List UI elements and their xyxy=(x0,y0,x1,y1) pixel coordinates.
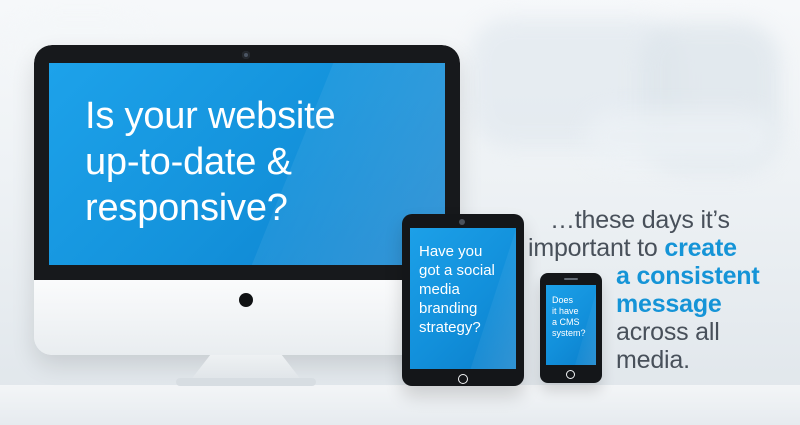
power-icon xyxy=(239,293,253,307)
camera-icon xyxy=(459,219,465,225)
tablet-question-line: media xyxy=(419,281,460,298)
background-shape xyxy=(585,110,775,165)
monitor-chin xyxy=(34,280,460,355)
home-button-icon xyxy=(458,374,468,384)
tablet-device: Have you got a social media branding str… xyxy=(402,214,524,386)
camera-icon xyxy=(242,51,250,59)
hero-headline: Is your website up-to-date & responsive? xyxy=(85,93,425,231)
desktop-monitor: Is your website up-to-date & responsive? xyxy=(34,45,460,355)
message-line-4: message xyxy=(616,290,722,318)
home-button-icon xyxy=(566,370,575,379)
phone-question-line: it have xyxy=(552,306,579,316)
message-line-2: important to create xyxy=(528,234,737,262)
monitor-bezel: Is your website up-to-date & responsive? xyxy=(34,45,460,280)
message-line-5: across all xyxy=(616,318,720,346)
monitor-screen: Is your website up-to-date & responsive? xyxy=(49,63,445,265)
speaker-icon xyxy=(564,278,578,280)
tablet-question-line: branding xyxy=(419,300,478,317)
message-line-6: media. xyxy=(616,346,690,374)
phone-question: Does it have a CMS system? xyxy=(552,295,590,339)
tablet-question-line: got a social xyxy=(419,262,495,279)
message-text: important to xyxy=(528,234,665,262)
phone-question-line: system? xyxy=(552,328,586,338)
phone-device: Does it have a CMS system? xyxy=(540,273,602,383)
headline-line: up-to-date & xyxy=(85,141,292,183)
headline-line: responsive? xyxy=(85,187,288,229)
phone-question-line: a CMS xyxy=(552,317,580,327)
tablet-screen: Have you got a social media branding str… xyxy=(410,228,516,369)
tablet-question: Have you got a social media branding str… xyxy=(419,242,509,337)
monitor-foot xyxy=(176,378,316,386)
message-emphasis: create xyxy=(664,234,737,262)
message-line-1: …these days it’s xyxy=(550,206,730,234)
tablet-question-line: strategy? xyxy=(419,319,481,336)
phone-screen: Does it have a CMS system? xyxy=(546,285,596,365)
phone-question-line: Does xyxy=(552,295,574,305)
desk-surface xyxy=(0,385,800,425)
tablet-question-line: Have you xyxy=(419,243,483,260)
headline-line: Is your website xyxy=(85,95,336,137)
message-line-3: a consistent xyxy=(616,262,760,290)
hero-scene: Is your website up-to-date & responsive?… xyxy=(0,0,800,425)
